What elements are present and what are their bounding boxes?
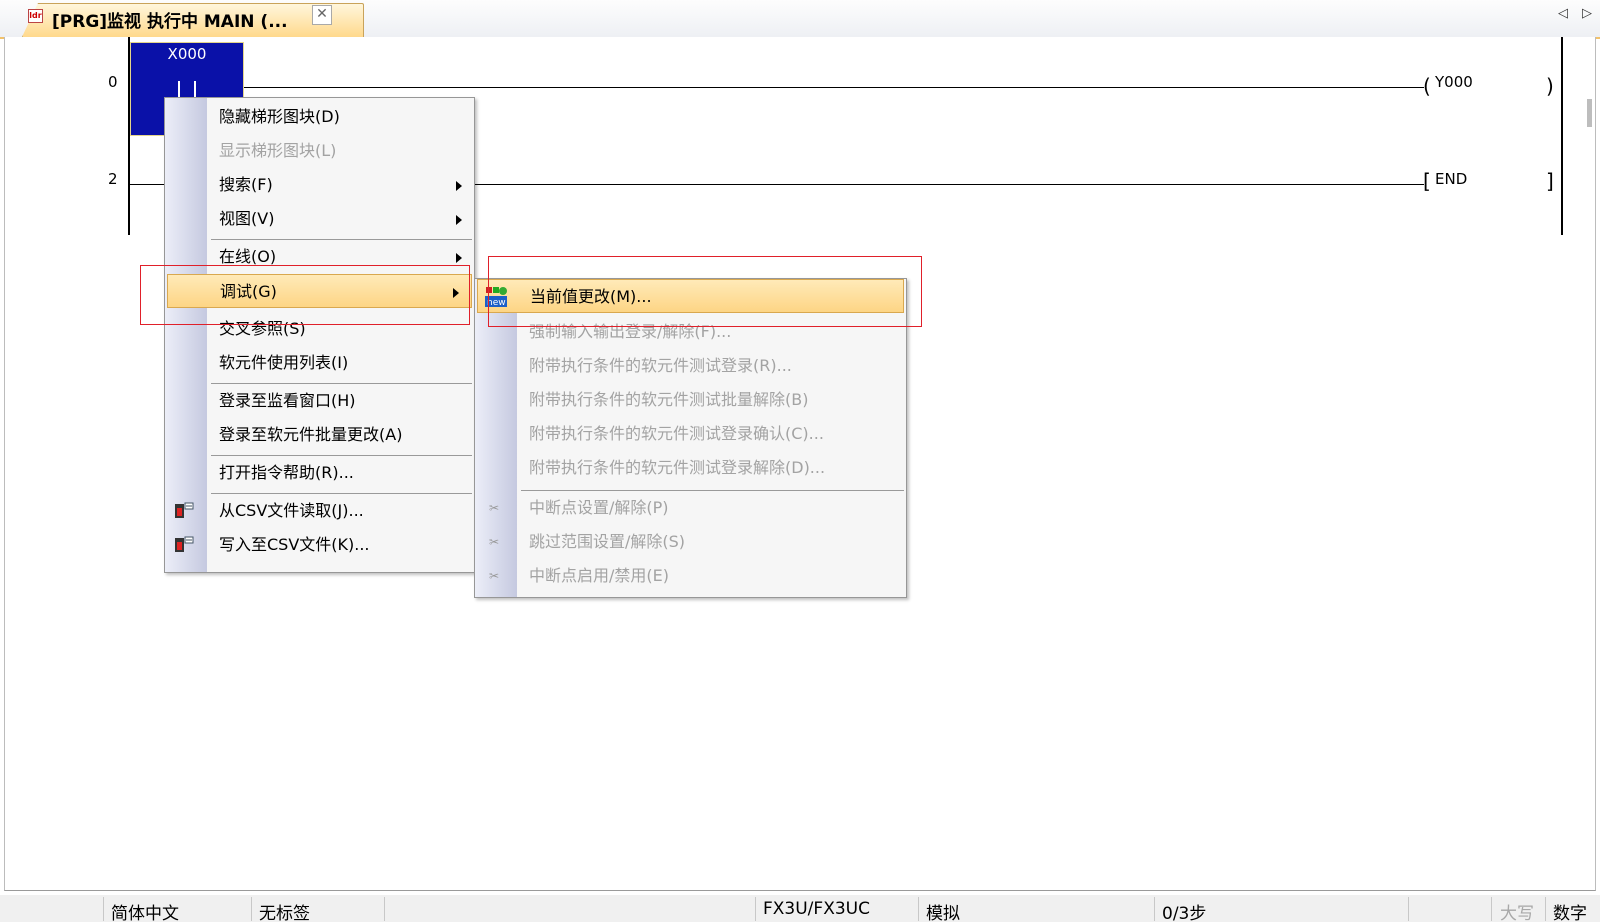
submenu-item-conditional-test-release: 附带执行条件的软元件测试登录解除(D)...	[529, 458, 826, 477]
menu-item-register-batch-change[interactable]: 登录至软元件批量更改(A)	[165, 418, 474, 452]
status-divider	[1408, 897, 1409, 921]
right-power-rail	[1561, 37, 1563, 235]
status-caps-lock: 大写	[1500, 904, 1534, 924]
contact-label: X000	[167, 45, 207, 63]
menu-item-device-list[interactable]: 软元件使用列表(I)	[165, 346, 474, 380]
menu-item-show-ladder-block: 显示梯形图块(L)	[219, 141, 337, 160]
status-divider	[755, 897, 756, 921]
instruction-open-bracket: [	[1423, 169, 1431, 193]
status-divider	[918, 897, 919, 921]
coil-y000[interactable]: Y000	[1435, 73, 1473, 91]
status-divider	[1154, 897, 1155, 921]
status-label: 无标签	[259, 904, 310, 924]
submenu-arrow-icon	[456, 253, 462, 263]
tab-scroll-right-icon[interactable]: ▷	[1582, 6, 1592, 21]
csv-write-icon	[173, 534, 195, 556]
submenu-item-breakpoint-toggle: ✂ 中断点启用/禁用(E)	[475, 559, 906, 593]
vertical-scrollbar[interactable]	[1587, 99, 1592, 127]
context-menu: 隐藏梯形图块(D) 显示梯形图块(L) 搜索(F) 视图(V) 在线(O) 调试…	[164, 97, 475, 573]
status-divider	[1545, 897, 1546, 921]
document-tab-bar: ldr [PRG]监视 执行中 MAIN (... ✕ ◁ ▷	[0, 0, 1600, 39]
status-divider	[103, 897, 104, 921]
submenu-item-conditional-test-batch-release: 附带执行条件的软元件测试批量解除(B)	[529, 390, 809, 409]
status-mode: 模拟	[926, 904, 960, 924]
menu-item-instruction-help[interactable]: 打开指令帮助(R)...	[165, 456, 474, 490]
tab-close-button[interactable]: ✕	[312, 5, 332, 25]
breakpoint-icon: ✂	[488, 501, 500, 515]
menu-item-hide-ladder-block[interactable]: 隐藏梯形图块(D)	[165, 100, 474, 134]
instruction-close-bracket: ]	[1546, 169, 1554, 193]
submenu-item-breakpoint: ✂ 中断点设置/解除(P)	[475, 491, 906, 525]
coil-open-paren: (	[1423, 74, 1431, 98]
breakpoint-toggle-icon: ✂	[488, 569, 500, 583]
annotation-box-modify-value	[488, 256, 922, 327]
menu-item-write-csv[interactable]: 写入至CSV文件(K)...	[165, 528, 474, 562]
submenu-arrow-icon	[456, 215, 462, 225]
csv-read-icon	[173, 500, 195, 522]
ladder-program-icon: ldr	[28, 9, 43, 23]
status-num-lock: 数字	[1553, 904, 1587, 924]
tab-scroll-left-icon[interactable]: ◁	[1558, 6, 1568, 21]
status-plc-type: FX3U/FX3UC	[763, 899, 870, 919]
status-divider	[1491, 897, 1492, 921]
menu-item-search[interactable]: 搜索(F)	[165, 168, 474, 202]
submenu-item-conditional-test-register: 附带执行条件的软元件测试登录(R)...	[529, 356, 792, 375]
annotation-box-debug	[140, 265, 470, 325]
menu-item-view[interactable]: 视图(V)	[165, 202, 474, 236]
submenu-item-conditional-test-confirm: 附带执行条件的软元件测试登录确认(C)...	[529, 424, 824, 443]
menu-item-read-csv[interactable]: 从CSV文件读取(J)...	[165, 494, 474, 528]
status-divider	[384, 897, 385, 921]
menu-item-register-watch[interactable]: 登录至监看窗口(H)	[165, 384, 474, 418]
status-language: 简体中文	[111, 904, 179, 924]
step-number-0: 0	[108, 73, 118, 91]
rung-0-wire	[244, 87, 1424, 88]
tab-title[interactable]: [PRG]监视 执行中 MAIN (...	[52, 7, 288, 32]
end-instruction[interactable]: END	[1435, 170, 1467, 188]
step-number-2: 2	[108, 170, 118, 188]
submenu-item-skip-range: ✂ 跳过范围设置/解除(S)	[475, 525, 906, 559]
skip-range-icon: ✂	[488, 535, 500, 549]
status-bar: 简体中文 无标签 FX3U/FX3UC 模拟 0/3步 大写 数字	[0, 895, 1600, 924]
status-divider	[251, 897, 252, 921]
coil-close-paren: )	[1546, 74, 1554, 98]
status-steps: 0/3步	[1162, 904, 1207, 924]
submenu-arrow-icon	[456, 181, 462, 191]
